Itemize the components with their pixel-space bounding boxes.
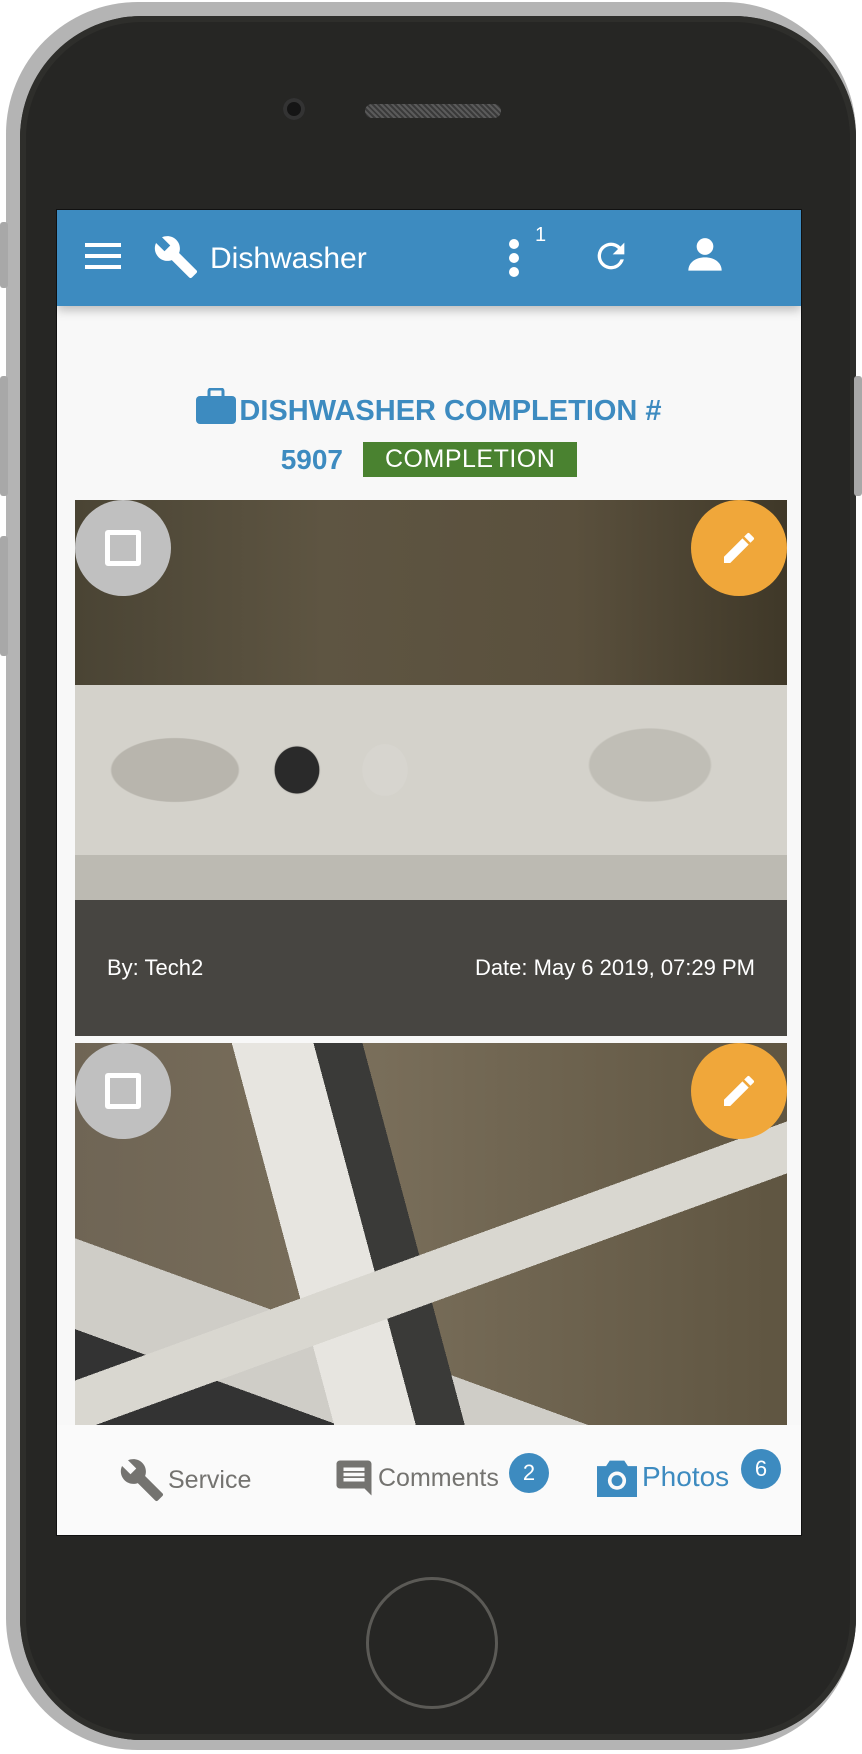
nav-label: Comments <box>378 1463 499 1492</box>
bottom-nav: Service Comments 2 Photos 6 <box>57 1425 801 1535</box>
job-title: DISHWASHER COMPLETION # <box>239 395 662 427</box>
phone-volume-down <box>0 536 8 656</box>
app-title: Dishwasher <box>210 242 367 275</box>
pencil-icon <box>724 532 755 563</box>
job-number: 5907 <box>280 443 343 475</box>
nav-item-comments[interactable]: Comments <box>333 1457 499 1499</box>
more-vertical-icon[interactable] <box>507 238 521 278</box>
home-button[interactable] <box>366 1577 498 1709</box>
photo-image[interactable] <box>75 1043 787 1433</box>
nav-label: Photos <box>642 1461 730 1492</box>
checkbox-unchecked-icon <box>105 1073 141 1109</box>
front-camera <box>283 98 305 120</box>
more-count-badge: 1 <box>535 224 547 246</box>
select-photo-button[interactable] <box>75 1043 171 1139</box>
status-badge: COMPLETION <box>363 442 578 477</box>
comments-count-badge: 2 <box>509 1453 549 1493</box>
camera-icon <box>597 1460 637 1497</box>
pencil-icon <box>724 1075 755 1106</box>
phone-power-button <box>854 376 862 496</box>
app-screen: Dishwasher 1 DISHWASHER COMPLETION # 590… <box>56 209 802 1536</box>
comment-icon <box>336 1460 372 1496</box>
job-subtitle-row: 5907 COMPLETION <box>57 442 801 477</box>
photo-card[interactable] <box>75 1043 787 1433</box>
edit-photo-button[interactable] <box>691 1043 787 1139</box>
user-icon[interactable] <box>685 234 725 274</box>
nav-label: Service <box>168 1465 252 1494</box>
earpiece-speaker <box>365 104 501 118</box>
checkbox-unchecked-icon <box>105 530 141 566</box>
job-title-row: DISHWASHER COMPLETION # <box>57 387 801 432</box>
photos-count-badge: 6 <box>741 1449 781 1489</box>
nav-item-service[interactable]: Service <box>119 1457 251 1503</box>
app-header: Dishwasher 1 <box>57 210 801 306</box>
select-photo-button[interactable] <box>75 500 171 596</box>
refresh-icon[interactable] <box>591 236 631 276</box>
edit-photo-button[interactable] <box>691 500 787 596</box>
photo-date: Date: May 6 2019, 07:29 PM <box>474 955 755 980</box>
wrench-icon <box>120 1459 164 1502</box>
photo-card[interactable]: By: Tech2 Date: May 6 2019, 07:29 PM <box>75 500 787 1036</box>
photo-caption: By: Tech2 Date: May 6 2019, 07:29 PM <box>75 900 787 1036</box>
wrench-icon <box>153 234 199 280</box>
briefcase-icon <box>196 387 237 432</box>
nav-item-photos[interactable]: Photos <box>595 1457 729 1497</box>
hamburger-icon[interactable] <box>85 241 125 271</box>
phone-mute-switch <box>0 222 8 288</box>
phone-volume-up <box>0 376 8 496</box>
photo-author: By: Tech2 <box>107 955 204 980</box>
